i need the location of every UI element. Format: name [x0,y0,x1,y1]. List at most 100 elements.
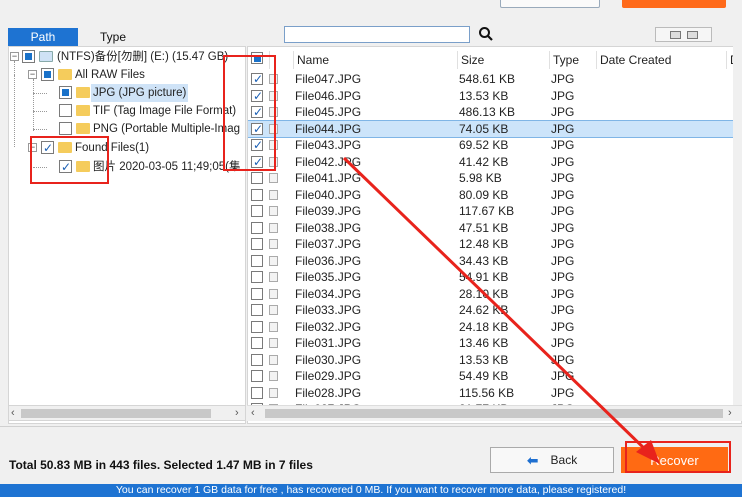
file-type: JPG [551,105,575,119]
file-type: JPG [551,319,575,334]
file-size: 24.18 KB [459,319,509,334]
file-icon [269,173,278,183]
file-list: Name Size Type Date Created D File047.JP… [247,46,742,424]
file-size: 54.49 KB [459,369,509,383]
file-icon [269,239,278,249]
scroll-right-icon[interactable]: › [728,407,732,419]
file-name: File047.JPG [295,72,362,86]
file-size: 117.67 KB [459,204,515,218]
tree-item-tif[interactable]: TIF (Tag Image File Format) [9,102,245,120]
column-header-type[interactable]: Type [550,51,597,69]
list-vertical-scrollbar[interactable] [733,46,742,406]
grid-view-icon[interactable] [669,30,681,39]
column-header-date-created[interactable]: Date Created [597,51,727,69]
tree-checkbox[interactable] [59,86,72,99]
table-row[interactable]: File030.JPG 13.53 KB JPG [248,352,741,369]
file-type: JPG [551,253,575,268]
tree-checkbox[interactable] [41,68,54,81]
tree-line [33,129,47,130]
column-header-size[interactable]: Size [458,51,550,69]
table-row[interactable]: File046.JPG 13.53 KB JPG [248,88,741,105]
row-checkbox[interactable] [251,254,263,267]
file-name: File029.JPG [295,369,362,383]
file-type: JPG [551,220,575,235]
table-row[interactable]: File038.JPG 47.51 KB JPG [248,220,741,237]
row-checkbox[interactable] [251,353,263,366]
table-row[interactable]: File037.JPG 12.48 KB JPG [248,236,741,253]
row-checkbox[interactable] [251,386,263,399]
back-button[interactable]: ⬅ Back [490,447,614,473]
list-header: Name Size Type Date Created D [248,51,741,69]
view-mode-toggle[interactable] [655,27,712,42]
row-checkbox[interactable] [251,238,263,250]
file-type: JPG [551,286,575,301]
file-size: 24.62 KB [459,303,509,317]
search-icon[interactable] [478,26,494,42]
table-row[interactable]: File029.JPG 54.49 KB JPG [248,368,741,385]
table-row[interactable]: File033.JPG 24.62 KB JPG [248,302,741,319]
annotation-box-recover [625,441,731,473]
tree-item-all-raw[interactable]: − All RAW Files [9,66,245,84]
list-view-icon[interactable] [686,30,698,39]
register-button[interactable] [622,0,726,8]
tree-item-root[interactable]: − (NTFS)备份[勿删] (E:) (15.47 GB) [9,48,245,66]
annotation-box-list [223,55,276,171]
file-type: JPG [551,385,575,400]
drive-icon [39,51,53,62]
collapse-icon[interactable]: − [28,70,37,79]
row-checkbox[interactable] [251,205,263,217]
file-name: File037.JPG [295,237,362,251]
table-row[interactable]: File040.JPG 80.09 KB JPG [248,187,741,204]
tab-type[interactable]: Type [78,28,148,46]
file-type: JPG [551,138,575,152]
row-checkbox[interactable] [251,221,263,234]
search-input[interactable] [284,26,470,43]
tree-checkbox[interactable] [22,50,35,63]
scroll-left-icon[interactable]: ‹ [11,407,15,419]
file-name: File031.JPG [295,336,362,350]
row-checkbox[interactable] [251,172,263,184]
file-name: File034.JPG [295,286,362,301]
collapse-icon[interactable]: − [10,52,19,61]
tab-path[interactable]: Path [8,28,78,46]
tree-item-jpg[interactable]: JPG (JPG picture) [9,84,245,102]
file-name: File045.JPG [295,105,362,119]
table-row[interactable]: File044.JPG 74.05 KB JPG [248,119,741,138]
status-text: Total 50.83 MB in 443 files. Selected 1.… [9,458,313,472]
scrollbar-thumb[interactable] [265,409,723,418]
table-row[interactable]: File042.JPG 41.42 KB JPG [248,154,741,171]
table-row[interactable]: File047.JPG 548.61 KB JPG [248,71,741,88]
row-checkbox[interactable] [251,271,263,283]
table-row[interactable]: File028.JPG 115.56 KB JPG [248,385,741,402]
tree-checkbox[interactable] [59,104,72,117]
row-checkbox[interactable] [251,337,263,349]
file-size: 54.91 KB [459,270,509,284]
table-row[interactable]: File036.JPG 34.43 KB JPG [248,253,741,270]
table-row[interactable]: File039.JPG 117.67 KB JPG [248,203,741,220]
table-row[interactable]: File043.JPG 69.52 KB JPG [248,137,741,154]
file-type: JPG [551,187,575,202]
table-row[interactable]: File035.JPG 54.91 KB JPG [248,269,741,286]
row-checkbox[interactable] [251,188,263,201]
scroll-left-icon[interactable]: ‹ [251,407,255,419]
scrollbar-thumb[interactable] [21,409,211,418]
row-checkbox[interactable] [251,287,263,300]
file-size: 13.53 KB [459,88,509,103]
list-horizontal-scrollbar[interactable]: ‹ › [247,405,742,421]
row-checkbox[interactable] [251,320,263,333]
file-size: 47.51 KB [459,220,509,235]
row-checkbox[interactable] [251,304,263,316]
column-header-name[interactable]: Name [294,51,458,69]
file-size: 69.52 KB [459,138,509,152]
table-row[interactable]: File031.JPG 13.46 KB JPG [248,335,741,352]
table-row[interactable]: File041.JPG 5.98 KB JPG [248,170,741,187]
table-row[interactable]: File032.JPG 24.18 KB JPG [248,319,741,336]
file-size: 28.10 KB [459,286,509,301]
support-button[interactable] [500,0,600,8]
table-row[interactable]: File034.JPG 28.10 KB JPG [248,286,741,303]
tree-horizontal-scrollbar[interactable]: ‹ › [8,405,246,421]
scroll-right-icon[interactable]: › [235,407,239,419]
table-row[interactable]: File045.JPG 486.13 KB JPG [248,104,741,121]
tree-checkbox[interactable] [59,122,72,135]
row-checkbox[interactable] [251,370,263,382]
